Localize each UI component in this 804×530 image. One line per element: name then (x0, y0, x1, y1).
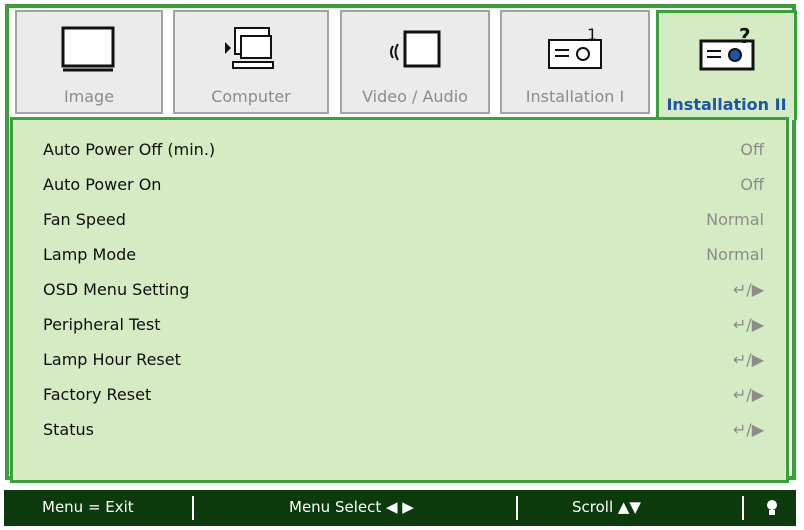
enter-arrow-icon: ↵/▶ (732, 279, 764, 299)
setting-value: Normal (706, 244, 764, 264)
footer-bar: Menu = Exit Menu Select ◀ ▶ Scroll ▲▼ (4, 490, 796, 526)
tab-computer[interactable]: Computer (173, 10, 329, 114)
tab-installation-ii-label: Installation II (666, 95, 787, 114)
monitor-icon (61, 26, 115, 72)
setting-name: Auto Power On (43, 174, 162, 194)
setting-name: Lamp Mode (43, 244, 137, 264)
setting-name: Fan Speed (43, 209, 126, 229)
setting-row-auto-power-on[interactable]: Auto Power On Off (43, 169, 764, 199)
setting-name: Peripheral Test (43, 314, 161, 334)
svg-text:?: ? (739, 24, 751, 48)
video-audio-icon (390, 30, 441, 68)
enter-arrow-icon: ↵/▶ (732, 314, 764, 334)
enter-arrow-icon: ↵/▶ (732, 384, 764, 404)
footer-select-hint: Menu Select ◀ ▶ (289, 498, 414, 516)
setting-row-fan-speed[interactable]: Fan Speed Normal (43, 204, 764, 234)
setting-row-lamp-hour-reset[interactable]: Lamp Hour Reset ↵/▶ (43, 344, 764, 374)
projector-icon: 1 (548, 25, 602, 69)
setting-name: Status (43, 419, 94, 439)
tab-image-label: Image (63, 87, 115, 106)
footer-separator (192, 496, 194, 520)
tab-installation-i-label: Installation I (525, 87, 625, 106)
setting-name: Auto Power Off (min.) (43, 139, 216, 159)
setting-value: Off (740, 139, 764, 159)
svg-text:1: 1 (587, 25, 597, 44)
footer-separator (742, 496, 744, 520)
tab-installation-i[interactable]: 1 Installation I (500, 10, 650, 114)
setting-name: Factory Reset (43, 384, 152, 404)
setting-row-factory-reset[interactable]: Factory Reset ↵/▶ (43, 379, 764, 409)
setting-name: Lamp Hour Reset (43, 349, 181, 369)
setting-row-status[interactable]: Status ↵/▶ (43, 414, 764, 444)
setting-row-auto-power-off[interactable]: Auto Power Off (min.) Off (43, 134, 764, 164)
tab-image[interactable]: Image (15, 10, 163, 114)
tab-video-audio[interactable]: Video / Audio (340, 10, 490, 114)
setting-name: OSD Menu Setting (43, 279, 190, 299)
enter-arrow-icon: ↵/▶ (732, 349, 764, 369)
enter-arrow-icon: ↵/▶ (732, 419, 764, 439)
tab-installation-ii[interactable]: ? Installation II (656, 10, 797, 120)
setting-value: Off (740, 174, 764, 194)
setting-value: Normal (706, 209, 764, 229)
tab-video-audio-label: Video / Audio (362, 87, 468, 106)
footer-separator (516, 496, 518, 520)
footer-scroll-hint: Scroll ▲▼ (572, 498, 641, 516)
settings-panel: Auto Power Off (min.) Off Auto Power On … (10, 117, 789, 483)
setting-row-osd-menu-setting[interactable]: OSD Menu Setting ↵/▶ (43, 274, 764, 304)
setting-row-lamp-mode[interactable]: Lamp Mode Normal (43, 239, 764, 269)
computer-icon (225, 27, 274, 69)
tab-computer-label: Computer (211, 87, 291, 106)
projector-help-icon: ? (699, 24, 754, 71)
setting-row-peripheral-test[interactable]: Peripheral Test ↵/▶ (43, 309, 764, 339)
bulb-icon (767, 500, 777, 515)
footer-exit-hint: Menu = Exit (42, 498, 134, 516)
